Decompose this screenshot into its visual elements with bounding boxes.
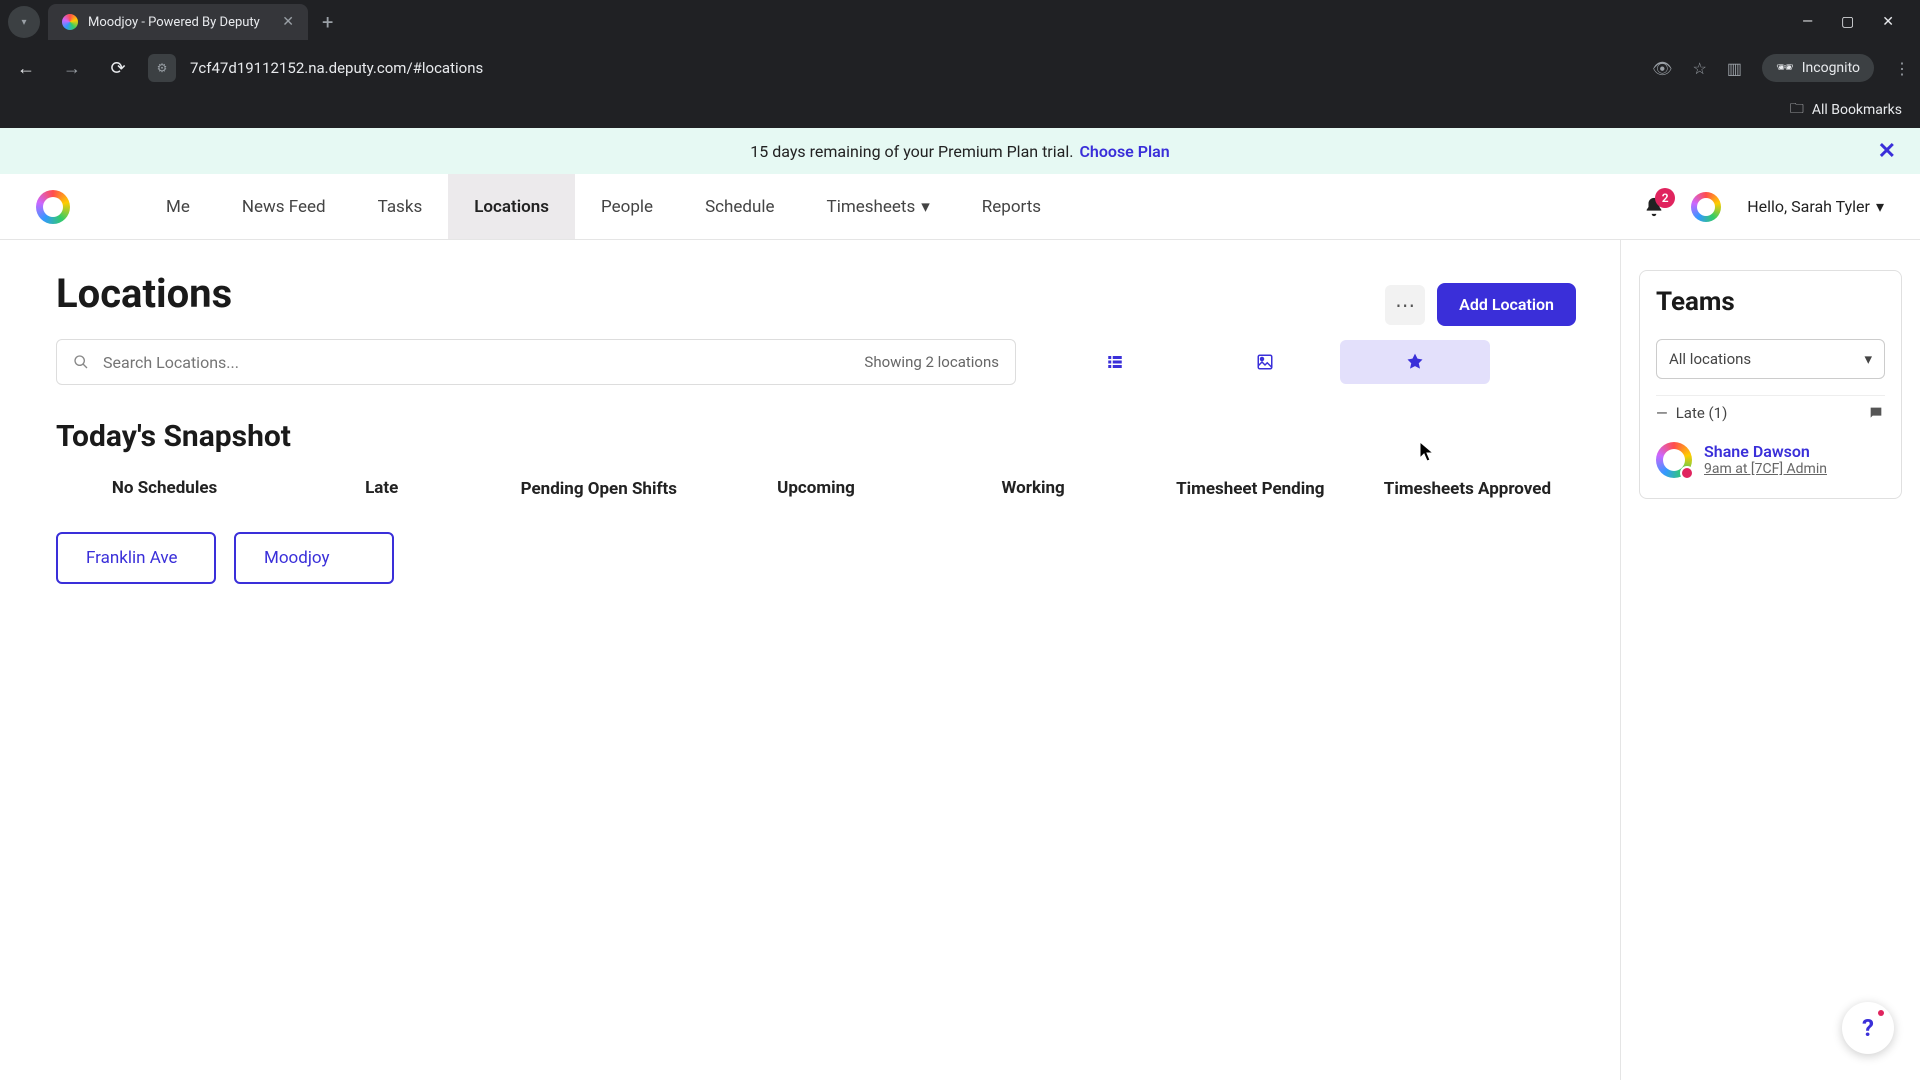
nav-tab-people[interactable]: People — [575, 174, 679, 239]
trial-banner: 15 days remaining of your Premium Plan t… — [0, 128, 1920, 174]
window-controls: — ▢ ✕ — [1802, 14, 1912, 30]
reload-button[interactable]: ⟳ — [102, 52, 134, 84]
trial-text: 15 days remaining of your Premium Plan t… — [750, 142, 1073, 161]
close-window-icon[interactable]: ✕ — [1882, 14, 1894, 30]
chevron-down-icon: ▾ — [921, 197, 930, 217]
nav-label: Tasks — [378, 197, 423, 217]
person-shift-link[interactable]: 9am at [7CF] Admin — [1704, 461, 1827, 477]
location-chips: Franklin Ave Moodjoy — [56, 532, 1620, 584]
snap-col-pending-open: Pending Open Shifts — [490, 478, 707, 500]
nav-label: Timesheets — [827, 197, 916, 217]
more-actions-button[interactable]: ⋯ — [1385, 285, 1425, 325]
nav-label: Locations — [474, 197, 549, 217]
org-avatar-icon[interactable] — [1691, 192, 1721, 222]
choose-plan-link[interactable]: Choose Plan — [1079, 142, 1169, 161]
snap-col-timesheet-pending: Timesheet Pending — [1142, 478, 1359, 500]
help-dot-icon — [1878, 1010, 1884, 1016]
snapshot-title: Today's Snapshot — [56, 419, 1620, 454]
chevron-down-icon: ▾ — [1864, 350, 1872, 368]
team-member-row[interactable]: Shane Dawson 9am at [7CF] Admin — [1656, 430, 1885, 482]
eye-off-icon[interactable]: 👁 — [1652, 59, 1672, 78]
incognito-label: Incognito — [1802, 60, 1860, 76]
forward-button[interactable]: → — [56, 52, 88, 84]
logo-icon[interactable] — [36, 190, 70, 224]
nav-tabs: Me News Feed Tasks Locations People Sche… — [140, 174, 1067, 239]
nav-label: Me — [166, 197, 190, 217]
notifications-button[interactable]: 2 — [1643, 196, 1665, 218]
close-tab-icon[interactable]: ✕ — [282, 14, 294, 30]
top-nav: Me News Feed Tasks Locations People Sche… — [0, 174, 1920, 240]
late-label: Late (1) — [1676, 404, 1728, 422]
nav-tab-locations[interactable]: Locations — [448, 174, 575, 239]
nav-tab-newsfeed[interactable]: News Feed — [216, 174, 352, 239]
search-input[interactable] — [103, 353, 850, 372]
snap-col-timesheets-approved: Timesheets Approved — [1359, 478, 1576, 500]
snap-col-late: Late — [273, 478, 490, 500]
add-location-button[interactable]: Add Location — [1437, 283, 1576, 326]
bookmark-star-icon[interactable]: ☆ — [1692, 59, 1706, 78]
browser-chrome: ▾ Moodjoy - Powered By Deputy ✕ + — ▢ ✕ … — [0, 0, 1920, 128]
banner-close-icon[interactable]: ✕ — [1878, 139, 1896, 164]
search-icon — [73, 354, 89, 370]
notification-badge: 2 — [1655, 188, 1675, 208]
content-area: Locations ⋯ Add Location Showing 2 locat… — [0, 240, 1620, 1080]
nav-label: News Feed — [242, 197, 326, 217]
results-count: Showing 2 locations — [864, 353, 999, 371]
bookmarks-bar: 🗀 All Bookmarks — [0, 92, 1920, 128]
tab-bar: ▾ Moodjoy - Powered By Deputy ✕ + — ▢ ✕ — [0, 0, 1920, 44]
nav-tab-reports[interactable]: Reports — [956, 174, 1067, 239]
nav-label: People — [601, 197, 653, 217]
map-view-toggle[interactable] — [1340, 340, 1490, 384]
tab-title: Moodjoy - Powered By Deputy — [88, 15, 260, 30]
minimize-icon[interactable]: — — [1802, 14, 1813, 30]
incognito-badge[interactable]: 🕶 Incognito — [1762, 54, 1874, 82]
image-view-toggle[interactable] — [1190, 340, 1340, 384]
all-bookmarks-link[interactable]: All Bookmarks — [1812, 102, 1902, 118]
location-filter-select[interactable]: All locations ▾ — [1656, 339, 1885, 379]
greeting-text: Hello, Sarah Tyler — [1747, 197, 1870, 216]
favicon-icon — [62, 14, 78, 30]
help-button[interactable]: ? — [1842, 1002, 1894, 1054]
snap-col-no-schedules: No Schedules — [56, 478, 273, 500]
maximize-icon[interactable]: ▢ — [1841, 14, 1854, 30]
nav-label: Schedule — [705, 197, 774, 217]
avatar — [1656, 442, 1692, 478]
collapse-icon: — — [1656, 404, 1668, 422]
new-tab-button[interactable]: + — [322, 10, 333, 34]
nav-label: Reports — [982, 197, 1041, 217]
tab-search-button[interactable]: ▾ — [8, 6, 40, 38]
nav-tab-tasks[interactable]: Tasks — [352, 174, 449, 239]
chevron-down-icon: ▾ — [1876, 197, 1884, 216]
panel-icon[interactable]: ▥ — [1727, 59, 1742, 78]
back-button[interactable]: ← — [10, 52, 42, 84]
user-menu[interactable]: Hello, Sarah Tyler ▾ — [1747, 197, 1884, 216]
search-box: Showing 2 locations — [56, 339, 1016, 385]
late-group-row[interactable]: — Late (1) — [1656, 395, 1885, 430]
page-title: Locations — [56, 270, 232, 317]
nav-tab-timesheets[interactable]: Timesheets▾ — [801, 174, 956, 239]
teams-title: Teams — [1656, 287, 1885, 317]
snapshot-columns: No Schedules Late Pending Open Shifts Up… — [56, 478, 1620, 500]
status-dot-icon — [1680, 466, 1694, 480]
main-layout: Locations ⋯ Add Location Showing 2 locat… — [0, 240, 1920, 1080]
address-bar: ← → ⟳ ⚙ 7cf47d19112152.na.deputy.com/#lo… — [0, 44, 1920, 92]
nav-tab-me[interactable]: Me — [140, 174, 216, 239]
chat-icon[interactable] — [1867, 405, 1885, 421]
url-text[interactable]: 7cf47d19112152.na.deputy.com/#locations — [190, 59, 1638, 77]
snap-col-upcoming: Upcoming — [707, 478, 924, 500]
kebab-menu-icon[interactable]: ⋮ — [1894, 59, 1910, 78]
location-chip[interactable]: Moodjoy — [234, 532, 394, 584]
location-chip[interactable]: Franklin Ave — [56, 532, 216, 584]
site-info-icon[interactable]: ⚙ — [148, 54, 176, 82]
person-name[interactable]: Shane Dawson — [1704, 442, 1827, 461]
nav-tab-schedule[interactable]: Schedule — [679, 174, 800, 239]
teams-sidebar: Teams All locations ▾ — Late (1) Shane D… — [1620, 240, 1920, 1080]
list-view-toggle[interactable] — [1040, 340, 1190, 384]
snap-col-working: Working — [925, 478, 1142, 500]
incognito-icon: 🕶 — [1776, 60, 1794, 76]
select-value: All locations — [1669, 350, 1751, 368]
browser-tab[interactable]: Moodjoy - Powered By Deputy ✕ — [48, 4, 308, 40]
folder-icon: 🗀 — [1790, 98, 1804, 122]
